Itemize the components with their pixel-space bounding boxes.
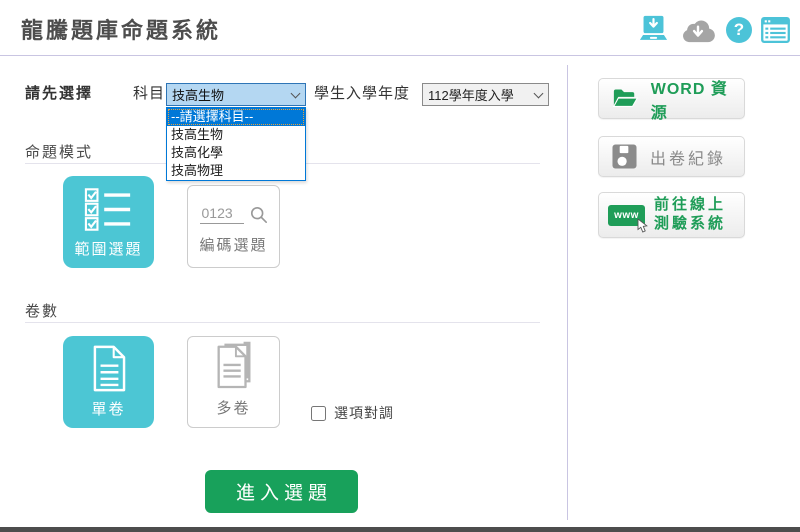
single-document-icon (90, 345, 128, 392)
exam-record-button[interactable]: 出卷紀錄 (598, 136, 745, 177)
papers-section-title: 卷數 (25, 300, 59, 321)
subject-option-placeholder[interactable]: --請選擇科目-- (167, 108, 305, 126)
subject-select-value: 技高生物 (172, 85, 224, 104)
word-resource-button[interactable]: WORD 資源 (598, 78, 745, 119)
page-title: 龍騰題庫命題系統 (21, 13, 221, 45)
enter-selection-button[interactable]: 進入選題 (205, 470, 358, 513)
chevron-down-icon (534, 88, 544, 98)
divider (25, 322, 540, 323)
www-cursor-icon: www (608, 205, 645, 226)
code-input-row (200, 205, 268, 224)
exam-record-label: 出卷紀錄 (650, 145, 726, 169)
online-test-button[interactable]: www 前往線上 測驗系統 (598, 192, 745, 238)
chevron-down-icon (291, 88, 301, 98)
cloud-download-icon[interactable] (679, 16, 717, 43)
word-resource-label: WORD 資源 (651, 75, 744, 123)
subject-option-physics[interactable]: 技高物理 (167, 162, 305, 180)
subject-select[interactable]: 技高生物 (166, 83, 306, 106)
multi-paper-label: 多卷 (216, 397, 250, 418)
question-mark: ? (726, 17, 752, 43)
online-test-label-line2: 測驗系統 (654, 215, 726, 234)
mode-section-title: 命題模式 (25, 141, 93, 162)
code-input[interactable] (200, 205, 244, 224)
online-test-label: 前往線上 測驗系統 (654, 196, 726, 234)
swap-options-label: 選項對調 (334, 403, 394, 423)
subject-option-chemistry[interactable]: 技高化學 (167, 144, 305, 162)
header-toolbar: ? (637, 15, 790, 44)
year-label: 學生入學年度 (314, 82, 410, 103)
save-disk-icon (612, 144, 637, 169)
code-select-card[interactable]: 編碼選題 (187, 185, 280, 268)
vertical-divider (567, 65, 568, 520)
multi-document-icon (211, 339, 257, 389)
swap-options-checkbox[interactable] (311, 406, 326, 421)
code-select-label: 編碼選題 (199, 234, 267, 255)
range-select-card[interactable]: 範圍選題 (63, 176, 154, 268)
single-paper-label: 單卷 (91, 398, 125, 419)
select-prompt-label: 請先選擇 (25, 82, 93, 103)
search-icon[interactable] (250, 206, 268, 224)
folder-icon (612, 87, 639, 110)
subject-dropdown-list: --請選擇科目-- 技高生物 技高化學 技高物理 (166, 107, 306, 181)
app-window: 龍騰題庫命題系統 ? (0, 0, 800, 532)
header: 龍騰題庫命題系統 ? (0, 0, 800, 56)
help-icon[interactable]: ? (726, 17, 752, 43)
subject-option-biology[interactable]: 技高生物 (167, 126, 305, 144)
online-test-label-line1: 前往線上 (654, 196, 726, 215)
subject-label: 科目 (133, 82, 165, 103)
year-select[interactable]: 112學年度入學 (422, 83, 549, 106)
exam-list-icon[interactable] (761, 17, 790, 43)
laptop-download-icon[interactable] (637, 15, 670, 44)
www-text: www (614, 210, 639, 221)
checklist-icon (84, 187, 134, 232)
multi-paper-card[interactable]: 多卷 (187, 336, 280, 428)
single-paper-card[interactable]: 單卷 (63, 336, 154, 428)
bottom-bar (0, 527, 800, 532)
swap-options-row: 選項對調 (311, 403, 394, 423)
year-select-value: 112學年度入學 (428, 85, 514, 104)
range-select-label: 範圍選題 (74, 238, 142, 259)
